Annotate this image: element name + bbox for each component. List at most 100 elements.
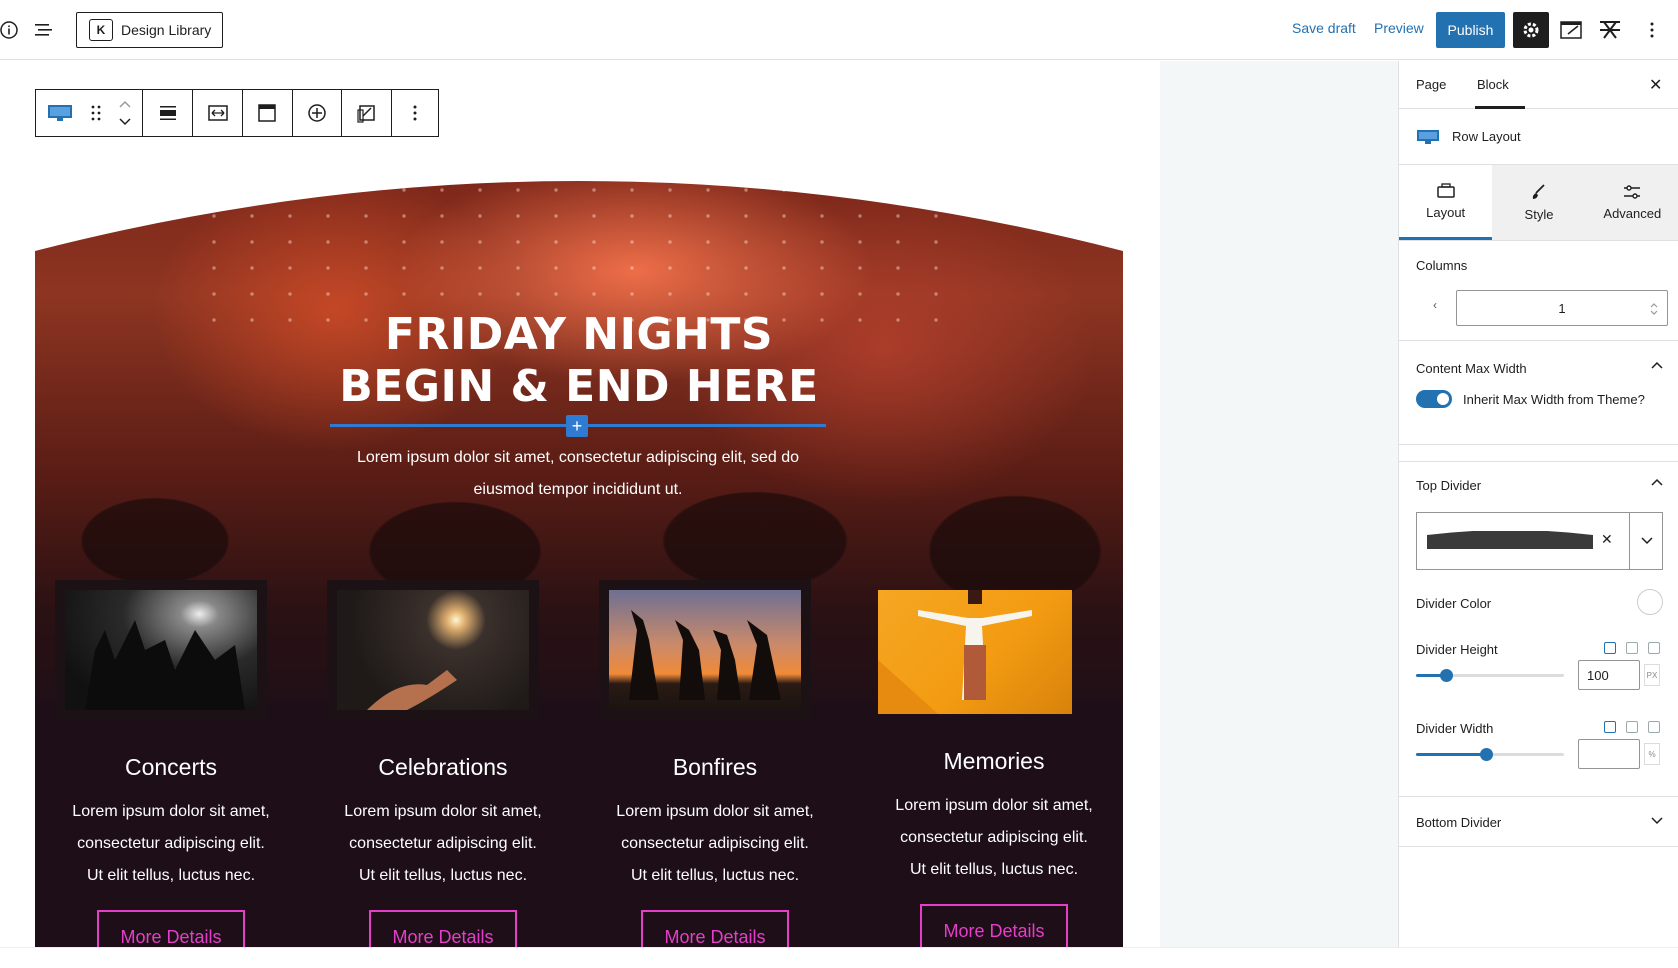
- desktop-icon[interactable]: [1604, 642, 1616, 654]
- tablet-icon[interactable]: [1626, 642, 1638, 654]
- slider-thumb[interactable]: [1479, 748, 1493, 761]
- headline-line-2: BEGIN & END HERE: [339, 361, 819, 412]
- edit-document-icon[interactable]: [1560, 18, 1584, 42]
- chevron-up-icon[interactable]: [1651, 361, 1663, 369]
- settings-sidebar: Page Block ✕ Row Layout Layout Style Adv…: [1398, 61, 1678, 947]
- more-details-button[interactable]: More Details: [641, 910, 789, 947]
- sparkler-photo: [337, 590, 529, 710]
- copy-styles-icon[interactable]: [342, 90, 393, 136]
- block-options-icon[interactable]: [392, 90, 438, 136]
- slider-fill: [1416, 753, 1486, 756]
- kadence-icon[interactable]: [1598, 18, 1622, 42]
- chevron-down-icon[interactable]: [1651, 817, 1663, 825]
- content-max-width-label[interactable]: Content Max Width: [1416, 361, 1527, 376]
- mobile-icon[interactable]: [1648, 721, 1660, 733]
- chevron-left-icon[interactable]: ‹: [1433, 298, 1437, 312]
- sidebar-tabs: Page Block ✕: [1399, 61, 1678, 109]
- divider-width-input[interactable]: [1578, 739, 1640, 769]
- inherit-max-width-toggle[interactable]: [1416, 390, 1452, 408]
- row-layout-block-icon[interactable]: [36, 90, 84, 136]
- list-view-icon[interactable]: [32, 18, 56, 42]
- drag-handle-icon[interactable]: [84, 90, 108, 136]
- divider-height-unit[interactable]: PX: [1644, 664, 1660, 686]
- slider-thumb[interactable]: [1439, 669, 1453, 682]
- tablet-icon[interactable]: [1626, 721, 1638, 733]
- card-text-line: Ut elit tellus, luctus nec.: [630, 867, 800, 884]
- bottom-divider-section: Bottom Divider: [1399, 797, 1678, 847]
- subtab-advanced[interactable]: Advanced: [1585, 165, 1678, 240]
- divider-height-value: 100: [1587, 667, 1609, 683]
- bottom-divider-label[interactable]: Bottom Divider: [1416, 815, 1501, 830]
- mobile-icon[interactable]: [1648, 642, 1660, 654]
- card-text-line: consectetur adipiscing elit.: [900, 829, 1088, 846]
- desktop-icon[interactable]: [1604, 721, 1616, 733]
- more-details-button[interactable]: More Details: [920, 904, 1068, 947]
- woman-orange-wall-photo: [878, 590, 1072, 714]
- inherit-max-width-label: Inherit Max Width from Theme?: [1463, 392, 1645, 407]
- columns-input[interactable]: 1: [1456, 290, 1668, 326]
- hero-headline[interactable]: FRIDAY NIGHTS BEGIN & END HERE: [35, 309, 1123, 413]
- tab-block[interactable]: Block: [1477, 77, 1509, 92]
- card-image: [878, 580, 1090, 714]
- top-divider-icon[interactable]: [243, 90, 293, 136]
- editor-canvas: FRIDAY NIGHTS BEGIN & END HERE + Lorem i…: [0, 61, 1398, 947]
- card-text[interactable]: Lorem ipsum dolor sit amet, consectetur …: [327, 796, 559, 892]
- card-text-line: Ut elit tellus, luctus nec.: [86, 867, 256, 884]
- hero-subtext[interactable]: Lorem ipsum dolor sit amet, consectetur …: [325, 442, 831, 506]
- columns-section: Columns ‹ 1: [1399, 241, 1678, 341]
- publish-button[interactable]: Publish: [1436, 12, 1505, 48]
- add-block-icon[interactable]: [293, 90, 343, 136]
- preview-button[interactable]: Preview: [1374, 20, 1424, 36]
- top-divider-section: Top Divider ✕ Divider Color Divider Heig…: [1399, 461, 1678, 797]
- card-text[interactable]: Lorem ipsum dolor sit amet, consectetur …: [878, 790, 1110, 886]
- divider-dropdown-button[interactable]: [1629, 513, 1663, 569]
- card-text-line: Lorem ipsum dolor sit amet,: [895, 797, 1093, 814]
- subtab-layout[interactable]: Layout: [1399, 165, 1493, 240]
- columns-label: Columns: [1416, 258, 1468, 273]
- top-divider-label[interactable]: Top Divider: [1416, 478, 1481, 493]
- design-library-label: Design Library: [121, 22, 212, 38]
- more-options-icon[interactable]: [1640, 18, 1664, 42]
- card-title[interactable]: Celebrations: [327, 754, 559, 781]
- subtab-style[interactable]: Style: [1492, 165, 1586, 240]
- full-width-icon[interactable]: [193, 90, 243, 136]
- sunset-jump-photo: [609, 590, 801, 710]
- subtab-layout-label: Layout: [1426, 204, 1466, 220]
- settings-gear-icon[interactable]: [1513, 12, 1549, 48]
- chevron-up-icon[interactable]: [1651, 478, 1663, 486]
- card-text-line: Lorem ipsum dolor sit amet,: [616, 803, 814, 820]
- close-icon[interactable]: ✕: [1649, 75, 1662, 95]
- row-layout-block[interactable]: FRIDAY NIGHTS BEGIN & END HERE + Lorem i…: [35, 151, 1123, 947]
- spinner-icon[interactable]: [1649, 301, 1659, 317]
- kadence-logo-icon: K: [89, 19, 113, 41]
- card-title[interactable]: Memories: [878, 748, 1110, 775]
- divider-height-input[interactable]: 100: [1578, 660, 1640, 690]
- tab-page[interactable]: Page: [1416, 77, 1446, 92]
- move-up-down-icon[interactable]: [108, 90, 144, 136]
- divider-width-slider[interactable]: [1416, 748, 1564, 761]
- headline-line-1: FRIDAY NIGHTS: [384, 309, 774, 360]
- more-details-button[interactable]: More Details: [97, 910, 245, 947]
- info-icon[interactable]: [0, 18, 21, 42]
- card-text[interactable]: Lorem ipsum dolor sit amet, consectetur …: [55, 796, 287, 892]
- divider-color-swatch[interactable]: [1637, 589, 1663, 615]
- divider-width-unit[interactable]: %: [1644, 743, 1660, 765]
- card-text-line: Lorem ipsum dolor sit amet,: [72, 803, 270, 820]
- arch-divider-preview: [1427, 531, 1593, 549]
- concert-photo: [65, 590, 257, 710]
- card-title[interactable]: Concerts: [55, 754, 287, 781]
- subtab-advanced-label: Advanced: [1603, 206, 1662, 221]
- more-details-button[interactable]: More Details: [369, 910, 517, 947]
- divider-style-select[interactable]: ✕: [1416, 512, 1663, 570]
- save-draft-button[interactable]: Save draft: [1292, 20, 1356, 36]
- columns-value: 1: [1558, 300, 1566, 316]
- divider-height-slider[interactable]: [1416, 669, 1564, 682]
- device-switcher: [1604, 642, 1660, 654]
- card-text[interactable]: Lorem ipsum dolor sit amet, consectetur …: [599, 796, 831, 892]
- card-title[interactable]: Bonfires: [599, 754, 831, 781]
- align-wide-icon[interactable]: [143, 90, 194, 136]
- block-toolbar: [35, 89, 439, 137]
- design-library-button[interactable]: K Design Library: [76, 12, 223, 48]
- inserter-plus-button[interactable]: +: [566, 415, 588, 437]
- clear-divider-icon[interactable]: ✕: [1601, 531, 1613, 548]
